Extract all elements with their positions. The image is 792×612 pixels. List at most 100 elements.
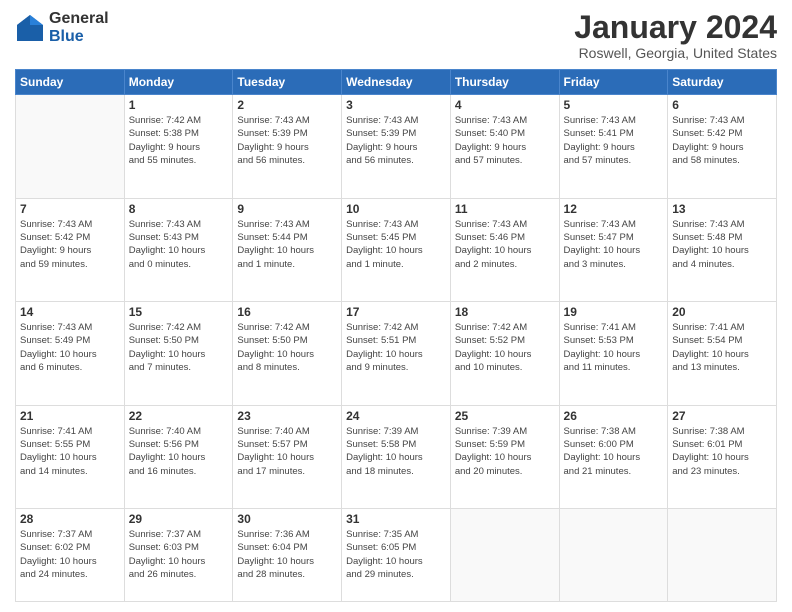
empty-cell [16,95,125,199]
day-info: Sunrise: 7:42 AM Sunset: 5:50 PM Dayligh… [129,321,229,374]
day-info: Sunrise: 7:43 AM Sunset: 5:44 PM Dayligh… [237,218,337,271]
day-number: 3 [346,98,446,112]
day-cell-5: 5 Sunrise: 7:43 AM Sunset: 5:41 PM Daylig… [559,95,668,199]
day-cell-4: 4Sunrise: 7:43 AM Sunset: 5:40 PM Daylig… [450,95,559,199]
day-cell-19: 19Sunrise: 7:41 AM Sunset: 5:53 PM Dayli… [559,302,668,406]
week-row-5: 28 Sunrise: 7:37 AM Sunset: 6:02 PM Dayli… [16,509,777,602]
day-number: 5 [564,98,664,112]
day-cell-15: 15 Sunrise: 7:42 AM Sunset: 5:50 PM Dayli… [124,302,233,406]
day-info: Sunrise: 7:41 AM Sunset: 5:55 PM Dayligh… [20,425,120,478]
day-number: 2 [237,98,337,112]
day-cell-23: 23Sunrise: 7:40 AM Sunset: 5:57 PM Dayli… [233,405,342,509]
day-info: Sunrise: 7:37 AM Sunset: 6:03 PM Dayligh… [129,528,229,581]
day-number: 20 [672,305,772,319]
day-cell-25: 25 Sunrise: 7:39 AM Sunset: 5:59 PM Dayli… [450,405,559,509]
day-info: Sunrise: 7:38 AM Sunset: 6:01 PM Dayligh… [672,425,772,478]
day-cell-12: 12 Sunrise: 7:43 AM Sunset: 5:47 PM Dayli… [559,198,668,302]
day-number: 15 [129,305,229,319]
day-info: Sunrise: 7:37 AM Sunset: 6:02 PM Dayligh… [20,528,120,581]
week-row-1: 1 Sunrise: 7:42 AM Sunset: 5:38 PM Daylig… [16,95,777,199]
day-info: Sunrise: 7:43 AM Sunset: 5:42 PM Dayligh… [672,114,772,167]
day-cell-31: 31Sunrise: 7:35 AM Sunset: 6:05 PM Dayli… [342,509,451,602]
day-number: 10 [346,202,446,216]
day-info: Sunrise: 7:43 AM Sunset: 5:39 PM Dayligh… [346,114,446,167]
day-number: 22 [129,409,229,423]
day-cell-10: 10Sunrise: 7:43 AM Sunset: 5:45 PM Dayli… [342,198,451,302]
day-number: 4 [455,98,555,112]
day-info: Sunrise: 7:40 AM Sunset: 5:56 PM Dayligh… [129,425,229,478]
week-row-4: 21Sunrise: 7:41 AM Sunset: 5:55 PM Dayli… [16,405,777,509]
logo-general-text: General [49,10,109,28]
empty-cell [559,509,668,602]
day-number: 7 [20,202,120,216]
day-cell-13: 13Sunrise: 7:43 AM Sunset: 5:48 PM Dayli… [668,198,777,302]
week-row-2: 7 Sunrise: 7:43 AM Sunset: 5:42 PM Daylig… [16,198,777,302]
day-number: 14 [20,305,120,319]
day-info: Sunrise: 7:39 AM Sunset: 5:58 PM Dayligh… [346,425,446,478]
day-info: Sunrise: 7:36 AM Sunset: 6:04 PM Dayligh… [237,528,337,581]
week-row-3: 14 Sunrise: 7:43 AM Sunset: 5:49 PM Dayli… [16,302,777,406]
location: Roswell, Georgia, United States [574,45,777,61]
day-info: Sunrise: 7:41 AM Sunset: 5:53 PM Dayligh… [564,321,664,374]
empty-cell [668,509,777,602]
calendar-table: SundayMondayTuesdayWednesdayThursdayFrid… [15,69,777,602]
day-cell-11: 11 Sunrise: 7:43 AM Sunset: 5:46 PM Dayli… [450,198,559,302]
day-info: Sunrise: 7:43 AM Sunset: 5:47 PM Dayligh… [564,218,664,271]
weekday-header-row: SundayMondayTuesdayWednesdayThursdayFrid… [16,70,777,95]
weekday-header-wednesday: Wednesday [342,70,451,95]
day-info: Sunrise: 7:42 AM Sunset: 5:38 PM Dayligh… [129,114,229,167]
page: General Blue January 2024 Roswell, Georg… [0,0,792,612]
day-cell-24: 24Sunrise: 7:39 AM Sunset: 5:58 PM Dayli… [342,405,451,509]
day-number: 23 [237,409,337,423]
day-number: 29 [129,512,229,526]
day-number: 27 [672,409,772,423]
day-number: 11 [455,202,555,216]
day-cell-1: 1 Sunrise: 7:42 AM Sunset: 5:38 PM Daylig… [124,95,233,199]
weekday-header-sunday: Sunday [16,70,125,95]
day-cell-2: 2Sunrise: 7:43 AM Sunset: 5:39 PM Daylig… [233,95,342,199]
day-info: Sunrise: 7:35 AM Sunset: 6:05 PM Dayligh… [346,528,446,581]
day-number: 6 [672,98,772,112]
logo-text: General Blue [49,10,109,45]
day-info: Sunrise: 7:39 AM Sunset: 5:59 PM Dayligh… [455,425,555,478]
day-info: Sunrise: 7:43 AM Sunset: 5:46 PM Dayligh… [455,218,555,271]
day-number: 30 [237,512,337,526]
day-info: Sunrise: 7:43 AM Sunset: 5:48 PM Dayligh… [672,218,772,271]
day-number: 9 [237,202,337,216]
day-cell-27: 27 Sunrise: 7:38 AM Sunset: 6:01 PM Dayli… [668,405,777,509]
day-number: 25 [455,409,555,423]
day-cell-18: 18Sunrise: 7:42 AM Sunset: 5:52 PM Dayli… [450,302,559,406]
day-cell-9: 9 Sunrise: 7:43 AM Sunset: 5:44 PM Daylig… [233,198,342,302]
day-cell-17: 17Sunrise: 7:42 AM Sunset: 5:51 PM Dayli… [342,302,451,406]
day-cell-8: 8 Sunrise: 7:43 AM Sunset: 5:43 PM Daylig… [124,198,233,302]
day-info: Sunrise: 7:43 AM Sunset: 5:42 PM Dayligh… [20,218,120,271]
day-cell-6: 6 Sunrise: 7:43 AM Sunset: 5:42 PM Daylig… [668,95,777,199]
day-number: 17 [346,305,446,319]
day-cell-16: 16 Sunrise: 7:42 AM Sunset: 5:50 PM Dayli… [233,302,342,406]
title-block: January 2024 Roswell, Georgia, United St… [574,10,777,61]
weekday-header-thursday: Thursday [450,70,559,95]
day-cell-22: 22 Sunrise: 7:40 AM Sunset: 5:56 PM Dayli… [124,405,233,509]
day-cell-3: 3 Sunrise: 7:43 AM Sunset: 5:39 PM Daylig… [342,95,451,199]
day-number: 16 [237,305,337,319]
weekday-header-tuesday: Tuesday [233,70,342,95]
day-number: 28 [20,512,120,526]
day-cell-30: 30 Sunrise: 7:36 AM Sunset: 6:04 PM Dayli… [233,509,342,602]
empty-cell [450,509,559,602]
day-info: Sunrise: 7:43 AM Sunset: 5:43 PM Dayligh… [129,218,229,271]
logo-icon [15,13,45,43]
day-cell-28: 28 Sunrise: 7:37 AM Sunset: 6:02 PM Dayli… [16,509,125,602]
day-info: Sunrise: 7:38 AM Sunset: 6:00 PM Dayligh… [564,425,664,478]
weekday-header-saturday: Saturday [668,70,777,95]
weekday-header-monday: Monday [124,70,233,95]
weekday-header-friday: Friday [559,70,668,95]
day-info: Sunrise: 7:42 AM Sunset: 5:50 PM Dayligh… [237,321,337,374]
day-info: Sunrise: 7:43 AM Sunset: 5:49 PM Dayligh… [20,321,120,374]
day-info: Sunrise: 7:43 AM Sunset: 5:41 PM Dayligh… [564,114,664,167]
header: General Blue January 2024 Roswell, Georg… [15,10,777,61]
day-cell-26: 26Sunrise: 7:38 AM Sunset: 6:00 PM Dayli… [559,405,668,509]
day-number: 12 [564,202,664,216]
day-number: 1 [129,98,229,112]
day-info: Sunrise: 7:42 AM Sunset: 5:52 PM Dayligh… [455,321,555,374]
day-number: 8 [129,202,229,216]
